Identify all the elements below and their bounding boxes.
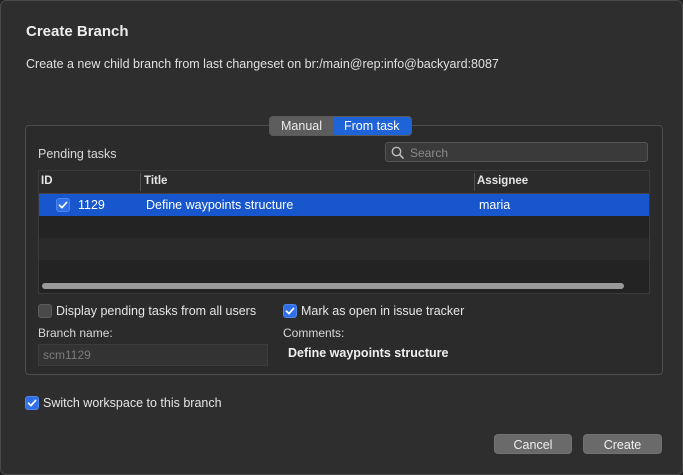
column-header-id[interactable]: ID — [41, 175, 53, 187]
table-row-empty — [39, 260, 649, 282]
search-icon — [391, 146, 404, 159]
column-header-title[interactable]: Title — [144, 175, 167, 187]
mark-open-label[interactable]: Mark as open in issue tracker — [301, 304, 464, 318]
switch-workspace-label[interactable]: Switch workspace to this branch — [43, 396, 222, 410]
dialog-title: Create Branch — [26, 23, 129, 40]
tab-from-task[interactable]: From task — [333, 117, 411, 135]
branch-name-label: Branch name: — [38, 326, 113, 340]
mark-open-checkbox[interactable] — [283, 304, 297, 318]
checkmark-icon — [285, 307, 295, 315]
table-row-empty — [39, 216, 649, 238]
task-assignee: maria — [479, 198, 511, 212]
pending-tasks-label: Pending tasks — [38, 147, 117, 161]
display-all-checkbox[interactable] — [38, 304, 52, 318]
column-divider[interactable] — [140, 173, 141, 191]
task-title: Define waypoints structure — [146, 198, 294, 212]
switch-workspace-checkbox[interactable] — [25, 396, 39, 410]
table-header: ID Title Assignee — [39, 171, 649, 194]
checkmark-icon — [58, 201, 68, 209]
pending-tasks-table: ID Title Assignee 1129 Define waypoints … — [38, 170, 650, 294]
comments-value[interactable]: Define waypoints structure — [288, 346, 448, 360]
horizontal-scrollbar[interactable] — [42, 283, 624, 289]
table-row-empty — [39, 238, 649, 260]
search-field[interactable] — [385, 142, 648, 163]
row-checkbox[interactable] — [56, 198, 70, 212]
table-row[interactable]: 1129 Define waypoints structure maria — [39, 194, 649, 216]
tab-manual[interactable]: Manual — [270, 117, 333, 135]
dialog-subtitle: Create a new child branch from last chan… — [26, 57, 499, 71]
checkmark-icon — [27, 399, 37, 407]
column-divider[interactable] — [474, 173, 475, 191]
column-header-assignee[interactable]: Assignee — [477, 175, 528, 187]
branch-name-input[interactable]: scm1129 — [38, 344, 268, 366]
create-branch-dialog: Create Branch Create a new child branch … — [0, 0, 683, 475]
comments-label: Comments: — [283, 326, 345, 340]
task-id: 1129 — [78, 198, 105, 212]
cancel-button[interactable]: Cancel — [494, 434, 572, 454]
create-button[interactable]: Create — [583, 434, 662, 454]
display-all-label[interactable]: Display pending tasks from all users — [56, 304, 256, 318]
search-input[interactable] — [408, 143, 647, 163]
mode-segmented-control: Manual From task — [269, 116, 412, 136]
